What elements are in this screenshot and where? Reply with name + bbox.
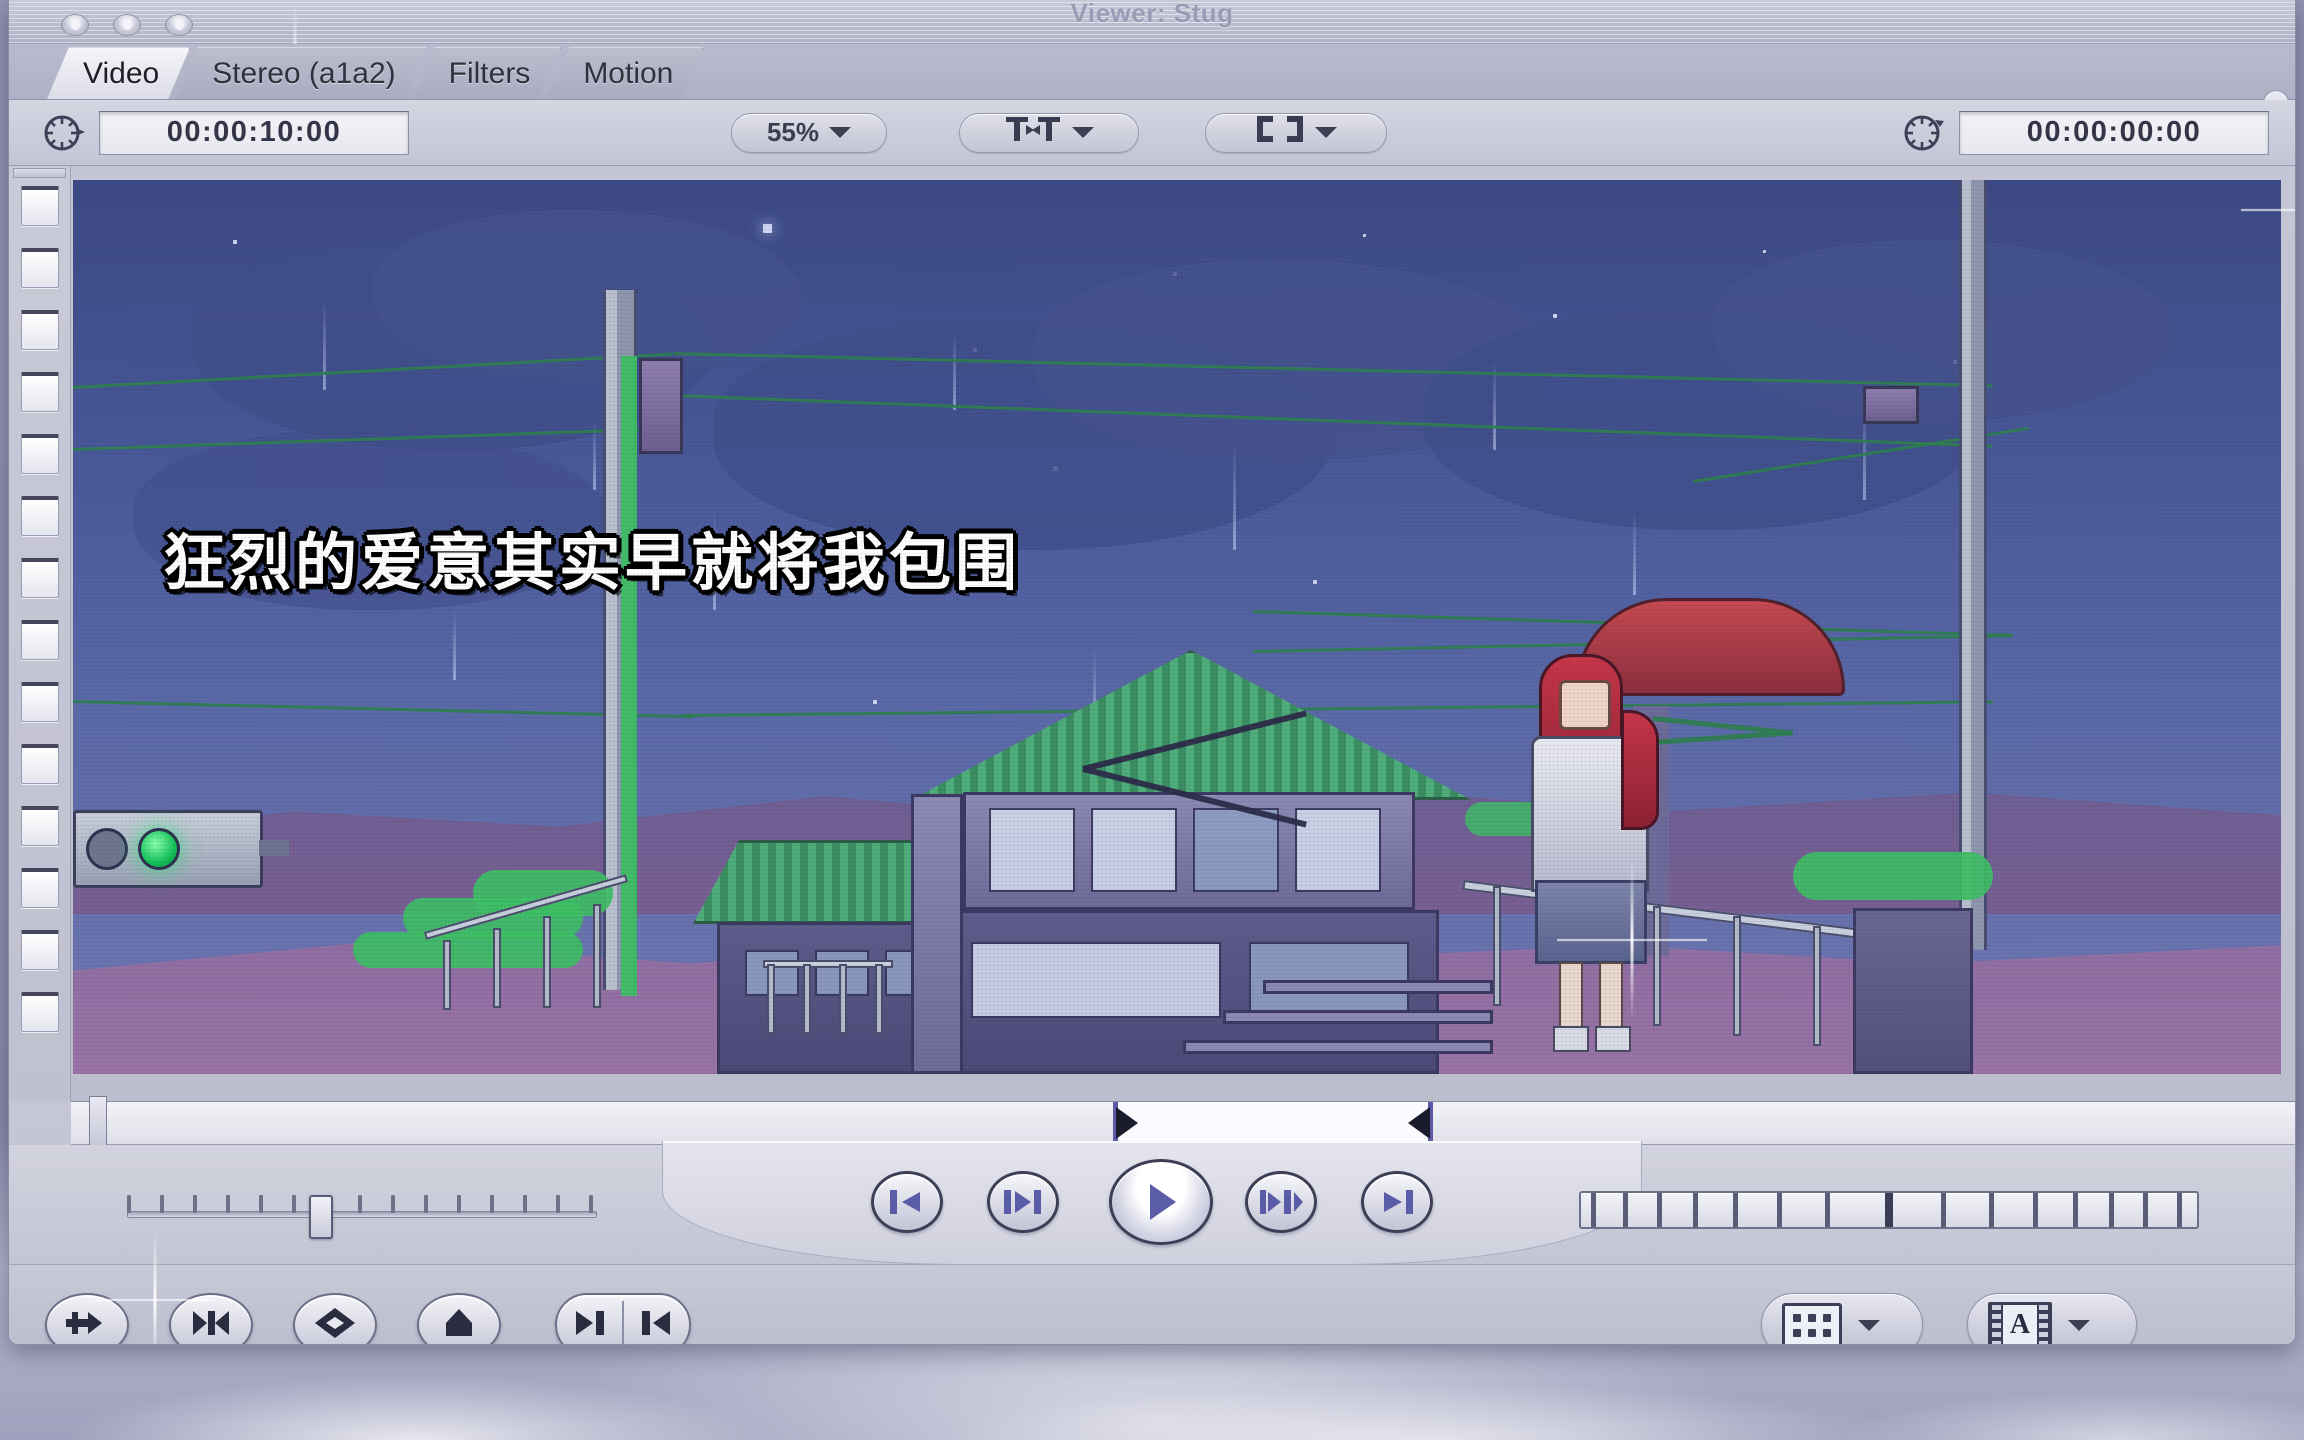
add-motion-keyframe-button[interactable] bbox=[417, 1293, 501, 1345]
traffic-lamp-off bbox=[86, 828, 128, 870]
motion-keyframe-icon bbox=[439, 1306, 479, 1345]
tab-motion-label: Motion bbox=[583, 56, 674, 90]
button-divider bbox=[622, 1301, 624, 1344]
tab-video-label: Video bbox=[83, 56, 160, 90]
play-around-icon bbox=[1258, 1186, 1304, 1218]
tab-filters[interactable]: Filters bbox=[413, 47, 562, 99]
chevron-down-icon bbox=[1858, 1319, 1880, 1331]
tab-video[interactable]: Video bbox=[47, 47, 190, 99]
in-out-range[interactable] bbox=[1113, 1102, 1433, 1144]
play-button[interactable] bbox=[1109, 1159, 1213, 1245]
shuttle-slider[interactable] bbox=[1579, 1191, 2199, 1229]
shuttle-center-detent[interactable] bbox=[1885, 1193, 1893, 1227]
video-subtitle: 狂烈的爱意其实早就将我包围 bbox=[163, 526, 1022, 599]
mark-in-out-button[interactable] bbox=[555, 1293, 691, 1344]
generator-button[interactable]: A bbox=[1967, 1293, 2137, 1344]
view-mode-dropdown[interactable] bbox=[959, 112, 1139, 153]
recent-clips-button[interactable] bbox=[1761, 1293, 1923, 1344]
chevron-down-icon bbox=[1072, 127, 1094, 138]
traffic-light bbox=[73, 810, 263, 888]
grid-icon bbox=[1782, 1303, 1842, 1344]
current-timecode-group: 00:00:10:00 bbox=[41, 110, 409, 156]
chevron-down-icon bbox=[1315, 127, 1337, 138]
next-edit-icon bbox=[1376, 1186, 1418, 1218]
overlay-dropdown[interactable] bbox=[1205, 112, 1387, 153]
character-skirt bbox=[1535, 880, 1647, 964]
match-frame-icon bbox=[64, 1308, 110, 1343]
chevron-down-icon bbox=[2068, 1319, 2090, 1331]
title-safe-icon bbox=[1004, 114, 1062, 151]
diamond-keyframe-icon bbox=[313, 1306, 357, 1345]
play-in-to-out-button[interactable] bbox=[987, 1171, 1059, 1233]
video-preview[interactable]: 狂烈的爱意其实早就将我包围 bbox=[73, 180, 2281, 1074]
film-a-icon: A bbox=[1988, 1302, 2052, 1344]
mark-out-icon bbox=[634, 1308, 674, 1343]
viewer-window: Viewer: Stug Video Stereo (a1a2) Filters… bbox=[8, 0, 2296, 1345]
go-to-previous-edit-button[interactable] bbox=[871, 1171, 943, 1233]
tab-stereo[interactable]: Stereo (a1a2) bbox=[176, 47, 426, 99]
play-around-current-button[interactable] bbox=[1245, 1171, 1317, 1233]
mark-out-icon[interactable] bbox=[1408, 1107, 1430, 1139]
filmstrip-rail bbox=[9, 166, 71, 1101]
tab-strip: Video Stereo (a1a2) Filters Motion bbox=[9, 44, 2295, 142]
duration-timecode-group: 00:00:00:00 bbox=[1901, 110, 2269, 156]
window-title: Viewer: Stug bbox=[1070, 0, 1234, 28]
pole-box-right bbox=[1863, 386, 1919, 424]
clock-icon bbox=[41, 110, 87, 156]
duration-timecode-field[interactable]: 00:00:00:00 bbox=[1959, 110, 2269, 155]
jog-knob[interactable] bbox=[309, 1195, 333, 1239]
rail-cap-top bbox=[13, 168, 66, 178]
chevron-down-icon bbox=[829, 127, 852, 138]
zoom-level-dropdown[interactable]: 55% bbox=[731, 112, 887, 153]
viewer-toolbar: 00:00:10:00 55% 00:00:00:00 bbox=[9, 100, 2295, 166]
viewer-bottom-bar: A bbox=[9, 1265, 2295, 1345]
tab-stereo-label: Stereo (a1a2) bbox=[212, 56, 396, 90]
tab-motion[interactable]: Motion bbox=[547, 47, 704, 99]
utility-pole-right bbox=[1959, 180, 1987, 950]
crop-brackets-icon bbox=[1255, 113, 1305, 152]
mark-in-icon bbox=[572, 1308, 612, 1343]
window-title-bar[interactable]: Viewer: Stug bbox=[9, 0, 2295, 44]
mark-clip-button[interactable] bbox=[169, 1293, 253, 1344]
current-timecode-field[interactable]: 00:00:10:00 bbox=[99, 110, 409, 155]
play-in-to-out-icon bbox=[1001, 1186, 1045, 1218]
character-face bbox=[1559, 680, 1611, 730]
clock-icon bbox=[1901, 110, 1947, 156]
zoom-level-value: 55% bbox=[766, 117, 820, 147]
transport-bar bbox=[9, 1141, 2295, 1265]
jog-slider[interactable] bbox=[127, 1189, 597, 1239]
previous-edit-icon bbox=[886, 1186, 928, 1218]
play-icon bbox=[1140, 1180, 1182, 1224]
video-canvas-wrapper: 狂烈的爱意其实早就将我包围 bbox=[71, 166, 2295, 1101]
viewer-stage: 狂烈的爱意其实早就将我包围 bbox=[9, 166, 2295, 1101]
match-frame-button[interactable] bbox=[45, 1293, 129, 1344]
mark-clip-icon bbox=[189, 1308, 233, 1343]
pole-box bbox=[639, 358, 683, 454]
tab-filters-label: Filters bbox=[448, 56, 531, 90]
go-to-next-edit-button[interactable] bbox=[1361, 1171, 1433, 1233]
add-keyframe-button[interactable] bbox=[293, 1293, 377, 1345]
mark-in-icon[interactable] bbox=[1116, 1107, 1138, 1139]
traffic-lamp-green bbox=[138, 828, 180, 870]
playhead-handle[interactable] bbox=[89, 1096, 107, 1148]
scrubber-bar[interactable] bbox=[71, 1096, 2295, 1148]
